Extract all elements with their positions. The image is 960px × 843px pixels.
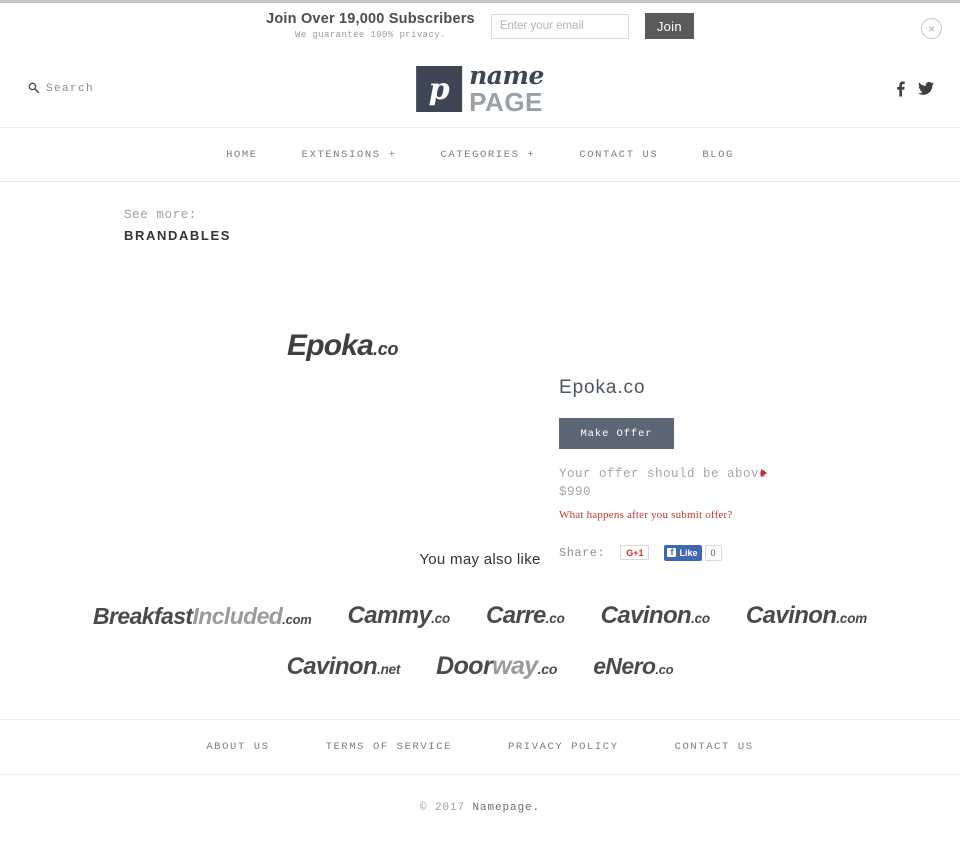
related-product-link[interactable]: BreakfastIncluded.com [75,603,329,630]
related-product-name-secondary: way [492,652,538,680]
join-button[interactable]: Join [644,13,694,40]
logo-name-text: name [469,60,544,90]
product-logo-name: Epoka [287,329,374,362]
site-logo[interactable]: p name PAGE [416,63,544,115]
product-details: Epoka.co Make Offer Your offer should be… [559,377,889,561]
search-icon [28,82,40,96]
footer-link-terms-of-service[interactable]: TERMS OF SERVICE [298,741,480,753]
subscribe-text-block: Join Over 19,000 Subscribers We guarante… [266,11,475,42]
related-product-name: Cavinon [745,602,837,629]
breadcrumb-category-link[interactable]: BRANDABLES [124,228,960,243]
related-product-tld: .com [282,611,312,627]
nav-item-blog[interactable]: BLOG [680,149,756,161]
product-section: Epoka.co Epoka.co Make Offer Your offer … [0,243,960,561]
related-product-link[interactable]: eNero.co [575,653,691,680]
nav-item-extensions[interactable]: EXTENSIONS + [280,149,419,161]
logo-mark-letter: p [428,71,450,107]
social-links [896,81,934,96]
related-product-tld: .com [836,611,867,626]
breadcrumb-inner: See more: BRANDABLES [0,208,960,243]
facebook-like-group: f Like 0 [664,544,722,561]
make-offer-button[interactable]: Make Offer [559,418,674,449]
facebook-f-icon: f [667,548,677,557]
related-product-tld: .co [545,611,565,626]
logo-wordmark: name PAGE [469,63,544,115]
share-row: Share: G+1 f Like 0 [559,544,889,561]
subscribe-headline: Join Over 19,000 Subscribers [266,10,475,27]
copyright-prefix: © 2017 [419,802,473,814]
footer-link-about-us[interactable]: ABOUT US [178,741,297,753]
offer-note-row: Your offer should be above $990 [559,466,774,502]
breadcrumb-see-more-label: See more: [124,208,197,222]
site-header: Search p name PAGE [0,50,960,128]
nav-item-categories[interactable]: CATEGORIES + [418,149,557,161]
related-product-name-secondary: Included [192,602,283,629]
related-product-tld: .co [537,661,558,677]
related-product-tld: .co [691,611,710,626]
related-product-name: Breakfast [93,602,193,629]
related-product-tld: .co [431,611,451,626]
facebook-like-count: 0 [704,544,722,561]
copyright: © 2017 Namepage. [0,775,960,814]
logo-page-text: PAGE [469,86,543,117]
arrow-right-icon [761,469,767,477]
footer-link-contact-us[interactable]: CONTACT US [647,741,782,753]
main-nav: HOME EXTENSIONS + CATEGORIES + CONTACT U… [0,128,960,182]
related-product-name: Cavinon [286,652,378,680]
related-product-name: Cavinon [600,602,692,629]
related-product-link[interactable]: Cavinon.net [269,653,419,681]
search-button[interactable]: Search [28,82,94,96]
product-logo-tld: .co [373,339,399,359]
breadcrumb: See more: BRANDABLES [0,182,960,243]
subscribe-banner-inner: Join Over 19,000 Subscribers We guarante… [266,11,694,42]
related-product-link[interactable]: Cammy.co [330,602,469,630]
related-product-name: Cammy [347,602,432,629]
subscribe-subtext: We guarantee 100% privacy. [295,29,446,40]
related-product-link[interactable]: Cavinon.com [728,602,885,630]
related-product-link[interactable]: Cavinon.co [583,602,728,630]
share-label: Share: [559,545,606,560]
email-field[interactable] [490,13,629,39]
offer-minimum-note: Your offer should be above $990 [559,467,768,499]
page-root: Join Over 19,000 Subscribers We guarante… [0,0,960,843]
logo-mark-icon: p [416,65,463,112]
related-product-tld: .co [655,662,674,677]
copyright-brand: Namepage. [472,802,541,814]
nav-item-contact-us[interactable]: CONTACT US [557,149,680,161]
subscribe-banner: Join Over 19,000 Subscribers We guarante… [0,0,960,50]
related-product-name: Door [436,652,493,680]
related-product-tld: .net [377,661,401,677]
close-icon[interactable]: × [921,18,942,39]
facebook-like-label: Like [679,547,698,558]
twitter-icon[interactable] [918,81,934,96]
related-row-1: BreakfastIncluded.com Cammy.co Carre.co Cav… [0,602,960,630]
related-row-2: Cavinon.net Doorway.co eNero.co [0,652,960,681]
facebook-like-button[interactable]: f Like [664,544,702,561]
footer-link-privacy-policy[interactable]: PRIVACY POLICY [480,741,647,753]
related-product-name: Carre [486,602,546,629]
page-title: Epoka.co [559,377,646,398]
footer-nav: ABOUT US TERMS OF SERVICE PRIVACY POLICY… [0,719,960,775]
offer-help-link[interactable]: What happens after you submit offer? [559,509,732,521]
related-product-link[interactable]: Carre.co [468,602,583,630]
nav-item-home[interactable]: HOME [204,149,280,161]
google-plus-share-button[interactable]: G+1 [620,545,650,560]
search-label: Search [46,82,95,95]
related-product-name: eNero [593,653,656,679]
related-product-link[interactable]: Doorway.co [418,652,575,681]
facebook-icon[interactable] [896,81,905,96]
related-products-section: You may also like BreakfastIncluded.com C… [0,543,960,681]
product-logo-image: Epoka.co [287,329,398,363]
